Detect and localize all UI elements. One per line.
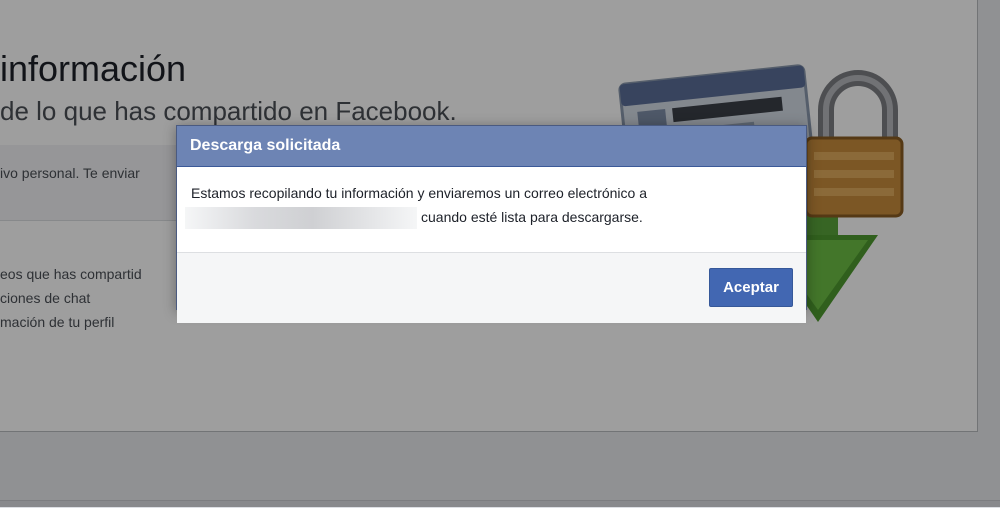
dialog-message-line2-row: cuando esté lista para descargarse. <box>185 205 792 230</box>
dialog-title: Descarga solicitada <box>177 126 806 167</box>
accept-button[interactable]: Aceptar <box>709 268 793 307</box>
redacted-email <box>185 207 417 230</box>
dialog-footer: Aceptar <box>177 253 806 323</box>
download-requested-dialog: Descarga solicitada Estamos recopilando … <box>176 125 807 323</box>
dialog-body: Estamos recopilando tu información y env… <box>177 167 806 253</box>
dialog-message-line2: cuando esté lista para descargarse. <box>421 209 643 225</box>
dialog-message-line1: Estamos recopilando tu información y env… <box>191 185 648 201</box>
